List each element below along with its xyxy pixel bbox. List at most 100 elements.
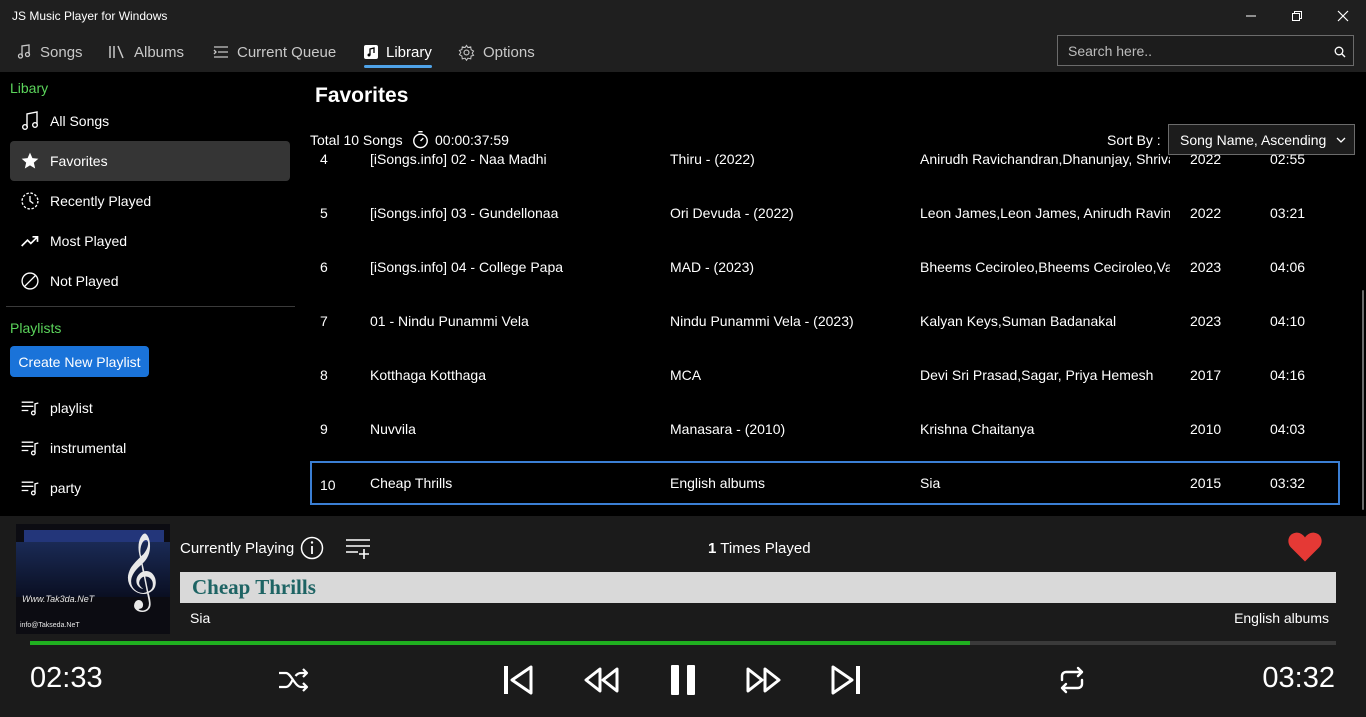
- pause-icon: [671, 665, 695, 695]
- cell-artist: Leon James,Leon James, Anirudh Ravinch: [920, 205, 1170, 221]
- cell-album: Thiru - (2022): [670, 152, 755, 167]
- sidebar-item-label: Recently Played: [50, 193, 152, 209]
- page-title: Favorites: [315, 84, 409, 107]
- info-icon[interactable]: [300, 536, 324, 560]
- sidebar-item-most-played[interactable]: Most Played: [10, 221, 290, 261]
- shuffle-button[interactable]: [274, 662, 314, 698]
- repeat-icon: [1060, 666, 1084, 694]
- sort-value: Song Name, Ascending: [1180, 131, 1327, 148]
- create-playlist-button[interactable]: Create New Playlist: [10, 346, 149, 377]
- history-icon: [21, 192, 39, 210]
- table-row[interactable]: 6 [iSongs.info] 04 - College Papa MAD - …: [310, 245, 1340, 289]
- tab-label: Library: [386, 43, 432, 61]
- total-time: 03:32: [1262, 662, 1335, 694]
- sidebar-playlist-item[interactable]: playlist: [10, 388, 290, 428]
- skip-previous-button[interactable]: [498, 660, 538, 700]
- skip-previous-icon: [504, 665, 533, 695]
- cell-number: 10: [320, 477, 336, 493]
- search-icon[interactable]: [1334, 46, 1346, 58]
- table-row[interactable]: 7 01 - Nindu Punammi Vela Nindu Punammi …: [310, 299, 1340, 343]
- close-button[interactable]: [1320, 0, 1366, 32]
- sidebar-item-favorites[interactable]: Favorites: [10, 141, 290, 181]
- restore-button[interactable]: [1274, 0, 1320, 32]
- add-to-playlist-icon[interactable]: [345, 537, 371, 559]
- playlist-label: instrumental: [50, 440, 127, 456]
- cell-year: 2023: [1190, 259, 1222, 275]
- fast-forward-button[interactable]: [744, 662, 784, 698]
- rewind-button[interactable]: [581, 662, 621, 698]
- table-row[interactable]: 9 Nuvvila Manasara - (2010) Krishna Chai…: [310, 407, 1340, 451]
- table-row[interactable]: 5 [iSongs.info] 03 - Gundellonaa Ori Dev…: [310, 191, 1340, 235]
- tab-current-queue[interactable]: Current Queue: [213, 32, 336, 72]
- fast-forward-icon: [746, 667, 781, 693]
- sort-by-label: Sort By :: [1107, 132, 1161, 148]
- current-time: 02:33: [30, 662, 103, 694]
- tab-label: Albums: [134, 43, 185, 61]
- cell-album: Nindu Punammi Vela - (2023): [670, 313, 854, 329]
- table-row-selected[interactable]: 10 Cheap Thrills English albums Sia 2015…: [310, 461, 1340, 505]
- tab-library[interactable]: Library: [364, 32, 432, 72]
- album-art-brand: Www.Tak3da.NeT: [22, 594, 95, 604]
- now-playing-artist: Sia: [190, 610, 211, 626]
- cell-number: 4: [320, 152, 328, 167]
- window-title: JS Music Player for Windows: [12, 9, 168, 23]
- now-playing-album: English albums: [1234, 610, 1329, 626]
- sidebar-item-not-played[interactable]: Not Played: [10, 261, 290, 301]
- sidebar-playlist-item[interactable]: instrumental: [10, 428, 290, 468]
- album-art: 𝄞 Www.Tak3da.NeT info@Takseda.NeT: [16, 524, 170, 634]
- songs-table: 4 [iSongs.info] 02 - Naa Madhi Thiru - (…: [310, 152, 1340, 509]
- gear-icon: [458, 44, 475, 61]
- skip-next-button[interactable]: [826, 660, 866, 700]
- tab-label: Options: [483, 43, 535, 61]
- playlist-label: playlist: [50, 400, 93, 416]
- table-row[interactable]: 8 Kotthaga Kotthaga MCA Devi Sri Prasad,…: [310, 353, 1340, 397]
- library-icon: [364, 45, 378, 59]
- cell-year: 2023: [1190, 313, 1222, 329]
- pause-button[interactable]: [663, 660, 703, 700]
- nav-bar: Songs Albums Current Queue Library Optio…: [0, 32, 1366, 72]
- cell-year: 2015: [1190, 475, 1222, 491]
- treble-clef-icon: 𝄞: [120, 532, 160, 609]
- album-art-email: info@Takseda.NeT: [20, 622, 80, 629]
- star-icon: [21, 152, 39, 169]
- search-input[interactable]: [1058, 36, 1318, 65]
- tab-songs[interactable]: Songs: [16, 32, 83, 72]
- table-scrollbar[interactable]: [1362, 290, 1364, 510]
- cell-album: English albums: [670, 475, 765, 491]
- progress-bar[interactable]: [30, 641, 1336, 645]
- title-bar: JS Music Player for Windows: [0, 0, 1366, 32]
- times-played: 1 Times Played: [708, 540, 811, 557]
- sidebar-item-label: Favorites: [50, 153, 108, 169]
- tab-options[interactable]: Options: [458, 32, 535, 72]
- cell-duration: 03:32: [1270, 475, 1306, 491]
- heart-icon[interactable]: [1287, 530, 1323, 563]
- minimize-button[interactable]: [1228, 0, 1274, 32]
- library-section-label: Libary: [10, 80, 49, 96]
- cell-title: Nuvvila: [370, 421, 416, 437]
- trending-icon: [21, 236, 39, 247]
- cell-duration: 04:16: [1270, 367, 1306, 383]
- sort-select[interactable]: Song Name, Ascending: [1168, 124, 1355, 155]
- table-row[interactable]: 4 [iSongs.info] 02 - Naa Madhi Thiru - (…: [310, 152, 1340, 181]
- repeat-button[interactable]: [1052, 662, 1092, 698]
- sidebar-item-all-songs[interactable]: All Songs: [10, 101, 290, 141]
- cell-duration: 04:10: [1270, 313, 1306, 329]
- cell-year: 2022: [1190, 205, 1222, 221]
- cell-number: 7: [320, 313, 328, 329]
- total-songs: Total 10 Songs: [310, 132, 403, 148]
- playlist-icon: [21, 401, 39, 416]
- sidebar-playlist-item[interactable]: party: [10, 468, 290, 508]
- sidebar-item-label: Not Played: [50, 273, 119, 289]
- cell-artist: Devi Sri Prasad,Sagar, Priya Hemesh: [920, 367, 1154, 383]
- stopwatch-icon: [413, 131, 428, 149]
- sidebar-item-recently-played[interactable]: Recently Played: [10, 181, 290, 221]
- cell-number: 9: [320, 421, 328, 437]
- cell-title: [iSongs.info] 03 - Gundellonaa: [370, 205, 559, 221]
- cell-number: 8: [320, 367, 328, 383]
- cell-year: 2022: [1190, 152, 1222, 167]
- search-box[interactable]: [1057, 35, 1354, 66]
- cell-duration: 02:55: [1270, 152, 1306, 167]
- close-icon: [1337, 10, 1349, 22]
- cell-title: Kotthaga Kotthaga: [370, 367, 486, 383]
- tab-albums[interactable]: Albums: [108, 32, 184, 72]
